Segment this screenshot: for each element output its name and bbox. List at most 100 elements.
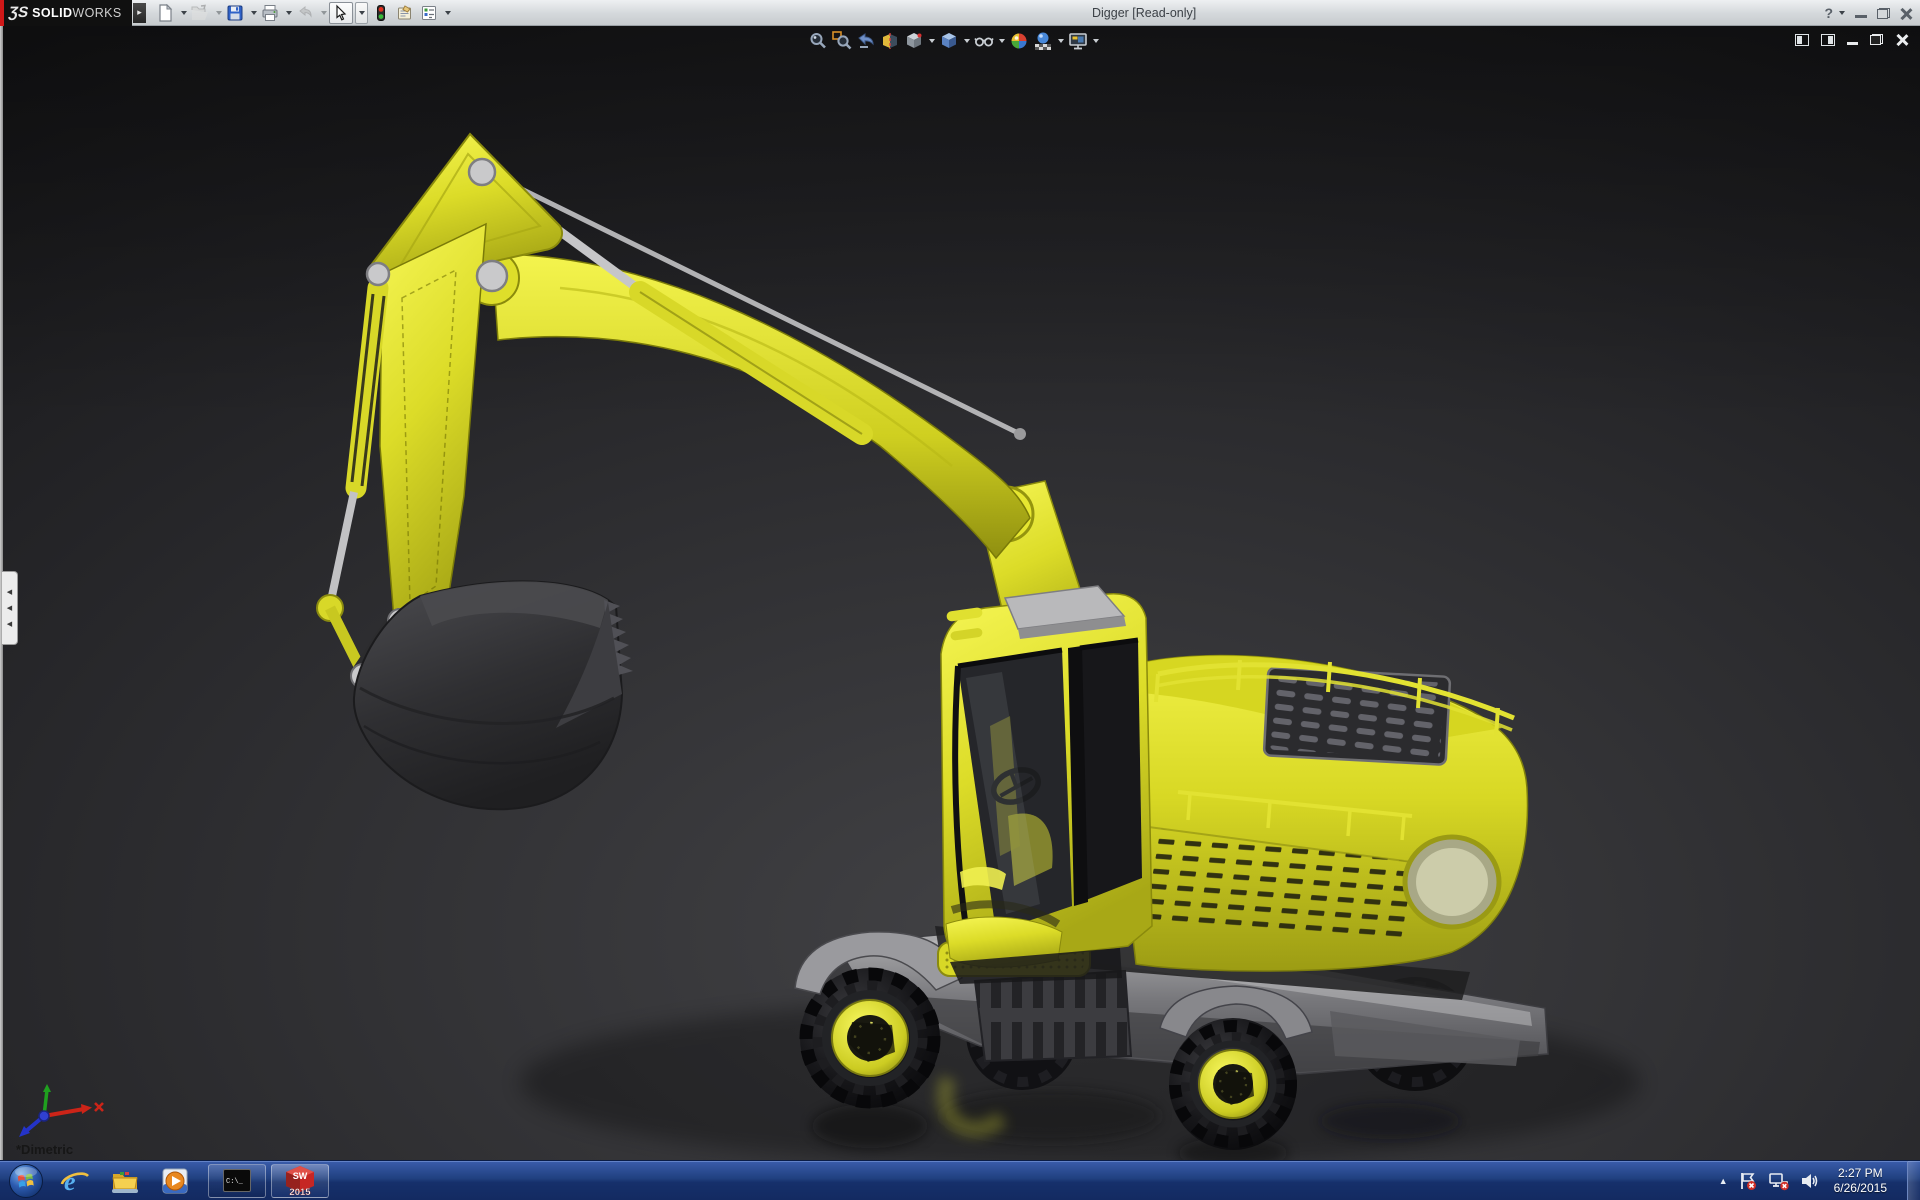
taskbar-file-explorer[interactable]	[108, 1164, 142, 1198]
reference-triad-icon	[10, 1080, 106, 1142]
door-window	[1080, 640, 1142, 900]
taskbar-internet-explorer[interactable]: e	[58, 1164, 92, 1198]
collapse-arrow-icon: ◀	[7, 605, 12, 612]
open-button[interactable]	[189, 2, 211, 24]
solidworks-logo: ƷS SOLIDWORKS	[0, 0, 132, 26]
apply-scene-button[interactable]	[1033, 31, 1064, 51]
open-folder-icon	[191, 4, 209, 22]
view-orientation-caret[interactable]	[929, 39, 935, 43]
standard-toolbar	[154, 2, 451, 24]
window-title: Digger [Read-only]	[1092, 0, 1196, 26]
minimize-button[interactable]	[1855, 15, 1867, 18]
collapse-arrow-icon: ◀	[7, 621, 12, 628]
select-dropdown[interactable]	[355, 2, 368, 24]
wheel-rear-right	[1169, 1018, 1297, 1150]
previous-view-button[interactable]	[856, 31, 876, 51]
section-view-button[interactable]	[880, 31, 900, 51]
show-right-pane-button[interactable]	[1821, 34, 1835, 46]
view-orientation-label: *Dimetric	[16, 1142, 73, 1157]
restore-button[interactable]	[1877, 8, 1890, 19]
save-floppy-icon	[226, 4, 244, 22]
help-dropdown-caret[interactable]	[1839, 11, 1845, 15]
svg-text:2015: 2015	[289, 1187, 311, 1197]
undo-icon	[296, 4, 314, 22]
show-hidden-icons-button[interactable]: ▲	[1719, 1176, 1728, 1186]
zoom-to-area-icon	[832, 31, 852, 51]
title-bar: ƷS SOLIDWORKS ▸	[0, 0, 1920, 26]
view-orientation-button[interactable]	[904, 31, 935, 51]
options-dropdown-caret[interactable]	[445, 11, 451, 15]
hide-show-items-caret[interactable]	[999, 39, 1005, 43]
collapse-arrow-icon: ◀	[7, 589, 12, 596]
clock-time: 2:27 PM	[1834, 1166, 1887, 1181]
headsup-view-toolbar	[808, 31, 1099, 51]
network-disconnected-icon[interactable]	[1768, 1171, 1790, 1191]
action-center-flag-icon[interactable]	[1738, 1171, 1758, 1191]
file-properties-button[interactable]	[394, 2, 416, 24]
doc-minimize-button[interactable]	[1847, 42, 1858, 45]
edit-appearance-button[interactable]	[1009, 31, 1029, 51]
print-dropdown-caret[interactable]	[286, 11, 292, 15]
taskbar-solidworks-2015[interactable]: SW 2015	[271, 1164, 329, 1198]
section-view-icon	[880, 31, 900, 51]
show-desktop-button[interactable]	[1907, 1161, 1920, 1200]
new-dropdown-caret[interactable]	[181, 11, 187, 15]
windows-taskbar: e C:\_	[0, 1160, 1920, 1200]
doc-restore-button[interactable]	[1870, 34, 1883, 45]
svg-text:e: e	[64, 1167, 76, 1196]
edit-appearance-icon	[1009, 31, 1029, 51]
brand-text-bold: SOLID	[32, 6, 72, 20]
print-icon	[261, 4, 279, 22]
taskbar-clock[interactable]: 2:27 PM 6/26/2015	[1834, 1166, 1887, 1196]
display-style-icon	[939, 31, 959, 51]
internet-explorer-icon: e	[60, 1166, 90, 1196]
view-settings-icon	[1068, 31, 1088, 51]
window-controls: ?	[1824, 0, 1912, 26]
view-settings-button[interactable]	[1068, 31, 1099, 51]
apply-scene-caret[interactable]	[1058, 39, 1064, 43]
rear-oval-panel	[1405, 837, 1499, 927]
undo-button[interactable]	[294, 2, 316, 24]
brand-text-light: WORKS	[72, 6, 121, 20]
zoom-to-fit-icon	[808, 31, 828, 51]
print-button[interactable]	[259, 2, 281, 24]
zoom-to-fit-button[interactable]	[808, 31, 828, 51]
view-settings-caret[interactable]	[1093, 39, 1099, 43]
feature-manager-collapsed-tab[interactable]: ◀ ◀ ◀	[2, 571, 18, 645]
svg-text:SW: SW	[293, 1171, 308, 1181]
help-button[interactable]: ?	[1824, 5, 1833, 21]
options-icon	[420, 4, 438, 22]
display-style-button[interactable]	[939, 31, 970, 51]
taskbar-command-prompt[interactable]: C:\_	[208, 1164, 266, 1198]
options-button[interactable]	[418, 2, 440, 24]
hide-show-items-button[interactable]	[974, 31, 1005, 51]
rebuild-traffic-light-icon	[372, 4, 390, 22]
cab	[941, 586, 1152, 984]
save-dropdown-caret[interactable]	[251, 11, 257, 15]
graphics-viewport[interactable]: ◀ ◀ ◀ *Dimetric	[0, 26, 1920, 1160]
solidworks-window: ƷS SOLIDWORKS ▸	[0, 0, 1920, 1200]
doc-close-button[interactable]	[1895, 33, 1908, 46]
command-prompt-text: C:\_	[224, 1176, 243, 1186]
3d-scene[interactable]	[0, 26, 1920, 1160]
start-button[interactable]	[8, 1163, 44, 1199]
open-dropdown-caret[interactable]	[216, 11, 222, 15]
menu-expand-button[interactable]: ▸	[133, 3, 146, 23]
select-cursor-icon	[332, 4, 350, 22]
zoom-to-area-button[interactable]	[832, 31, 852, 51]
show-left-pane-button[interactable]	[1795, 34, 1809, 46]
taskbar-media-player[interactable]	[158, 1164, 192, 1198]
volume-icon[interactable]	[1800, 1171, 1820, 1191]
apply-scene-icon	[1033, 31, 1053, 51]
select-button[interactable]	[329, 2, 353, 24]
display-style-caret[interactable]	[964, 39, 970, 43]
clock-date: 6/26/2015	[1834, 1181, 1887, 1196]
command-prompt-icon: C:\_	[223, 1169, 251, 1192]
save-button[interactable]	[224, 2, 246, 24]
rebuild-button[interactable]	[370, 2, 392, 24]
document-window-controls	[1795, 33, 1908, 46]
undo-dropdown-caret[interactable]	[321, 11, 327, 15]
new-document-button[interactable]	[154, 2, 176, 24]
close-button[interactable]	[1900, 7, 1912, 19]
file-explorer-icon	[110, 1166, 140, 1196]
